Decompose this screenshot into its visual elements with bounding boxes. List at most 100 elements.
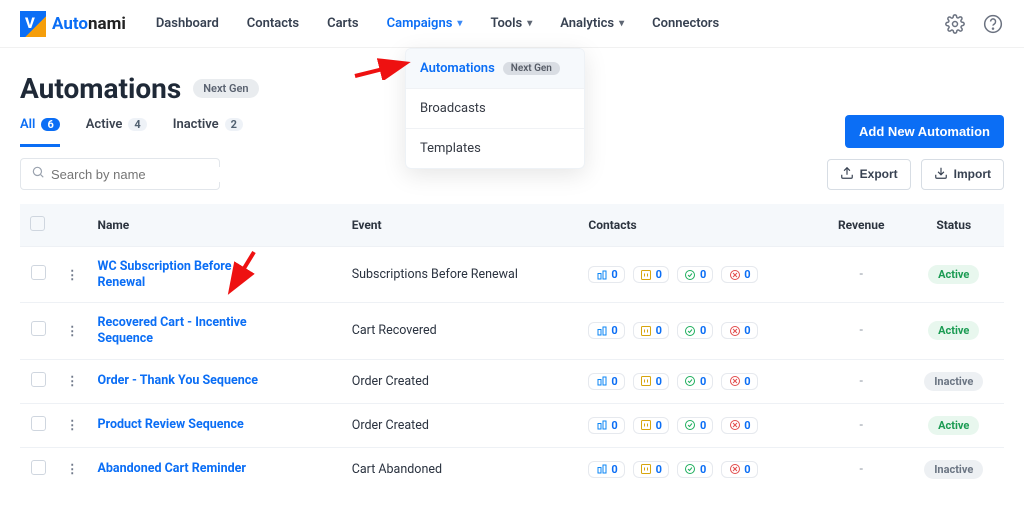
stat-complete-icon [684,375,697,388]
stat-enter-icon [595,463,608,476]
event-text: Cart Abandoned [342,447,579,491]
stat-complete-icon [684,419,697,432]
row-checkbox[interactable] [31,416,46,431]
stat-enter-icon [595,375,608,388]
topbar: Autonami Dashboard Contacts Carts Campaigns… [0,0,1024,48]
gear-icon[interactable] [944,13,966,35]
stat-pause-icon [640,324,653,337]
stat-chip-pause[interactable]: 0 [633,322,669,339]
tab-inactive[interactable]: Inactive2 [173,117,243,147]
row-checkbox[interactable] [31,372,46,387]
stat-chip-enter[interactable]: 0 [588,461,624,478]
nav-item-campaigns[interactable]: Campaigns▾ [387,16,463,31]
revenue-cell: - [819,403,904,447]
nav-item-carts[interactable]: Carts [327,16,359,31]
dropdown-item-templates[interactable]: Templates [406,128,584,168]
contacts-stats: 0000 [588,266,809,283]
event-text: Cart Recovered [342,303,579,359]
status-badge: Active [928,321,979,340]
revenue-cell: - [819,303,904,359]
chevron-down-icon: ▾ [457,18,462,29]
search-input[interactable] [51,167,227,182]
nav-item-dashboard[interactable]: Dashboard [156,16,219,31]
nav-item-analytics[interactable]: Analytics▾ [560,16,624,31]
search-wrap[interactable] [20,158,220,190]
stat-enter-icon [595,324,608,337]
tab-active[interactable]: Active4 [86,117,147,147]
stat-cancel-icon [728,375,741,388]
automation-name-link[interactable]: Order - Thank You Sequence [98,373,259,389]
kebab-icon[interactable]: ⋮ [66,268,78,283]
kebab-icon[interactable]: ⋮ [66,374,78,389]
status-badge: Inactive [924,460,983,479]
kebab-icon[interactable]: ⋮ [66,462,78,477]
brand-name: Autonami [52,14,126,34]
brand-logo[interactable]: Autonami [20,11,126,37]
column-status: Status [903,204,1004,247]
import-label: Import [954,167,991,181]
stat-cancel-icon [728,324,741,337]
stat-pause-icon [640,463,653,476]
event-text: Order Created [342,403,579,447]
table-row: ⋮Product Review SequenceOrder Created000… [20,403,1004,447]
tab-all[interactable]: All6 [20,117,60,147]
nav-item-tools[interactable]: Tools▾ [490,16,532,31]
column-name: Name [88,204,342,247]
table-row: ⋮WC Subscription Before RenewalSubscript… [20,247,1004,303]
automation-name-link[interactable]: Abandoned Cart Reminder [98,461,246,477]
stat-chip-pause[interactable]: 0 [633,266,669,283]
stat-pause-icon [640,375,653,388]
dropdown-item-broadcasts[interactable]: Broadcasts [406,88,584,128]
stat-chip-complete[interactable]: 0 [677,373,713,390]
status-badge: Active [928,416,979,435]
help-icon[interactable] [982,13,1004,35]
row-checkbox[interactable] [31,460,46,475]
page-title-badge: Next Gen [193,79,258,98]
stat-cancel-icon [728,463,741,476]
stat-chip-enter[interactable]: 0 [588,266,624,283]
automation-name-link[interactable]: Product Review Sequence [98,417,244,433]
logo-mark-icon [20,11,46,37]
stat-chip-pause[interactable]: 0 [633,461,669,478]
search-icon [31,165,45,183]
kebab-icon[interactable]: ⋮ [66,324,78,339]
table-row: ⋮ Recovered Cart - Incentive Sequence Cart… [20,303,1004,359]
primary-nav: Dashboard Contacts Carts Campaigns▾ Tools▾ An… [156,16,719,31]
stat-chip-cancel[interactable]: 0 [721,373,757,390]
stat-chip-cancel[interactable]: 0 [721,461,757,478]
export-button[interactable]: Export [827,159,911,190]
stat-chip-cancel[interactable]: 0 [721,266,757,283]
tab-count: 4 [128,118,146,131]
import-button[interactable]: Import [921,159,1004,190]
automation-name-link[interactable]: Recovered Cart - Incentive Sequence [98,315,278,346]
kebab-icon[interactable]: ⋮ [66,418,78,433]
table-row: ⋮Abandoned Cart ReminderCart Abandoned00… [20,447,1004,491]
row-checkbox[interactable] [31,265,46,280]
stat-chip-cancel[interactable]: 0 [721,322,757,339]
select-all-checkbox[interactable] [30,216,45,231]
contacts-stats: 0000 [588,461,809,478]
dropdown-item-automations[interactable]: AutomationsNext Gen [406,49,584,88]
stat-chip-complete[interactable]: 0 [677,266,713,283]
automation-name-link[interactable]: WC Subscription Before Renewal [98,259,278,290]
nav-item-contacts[interactable]: Contacts [247,16,299,31]
tab-count: 6 [41,118,59,131]
export-icon [840,166,854,183]
status-badge: Inactive [924,372,983,391]
chevron-down-icon: ▾ [527,18,532,29]
stat-chip-pause[interactable]: 0 [633,417,669,434]
stat-chip-enter[interactable]: 0 [588,322,624,339]
next-gen-badge: Next Gen [503,62,560,75]
nav-item-connectors[interactable]: Connectors [652,16,719,31]
stat-chip-pause[interactable]: 0 [633,373,669,390]
stat-chip-complete[interactable]: 0 [677,322,713,339]
stat-chip-complete[interactable]: 0 [677,417,713,434]
add-automation-button[interactable]: Add New Automation [845,115,1004,148]
stat-chip-enter[interactable]: 0 [588,373,624,390]
stat-chip-enter[interactable]: 0 [588,417,624,434]
stat-chip-complete[interactable]: 0 [677,461,713,478]
row-checkbox[interactable] [31,321,46,336]
stat-pause-icon [640,268,653,281]
stat-chip-cancel[interactable]: 0 [721,417,757,434]
stat-complete-icon [684,268,697,281]
